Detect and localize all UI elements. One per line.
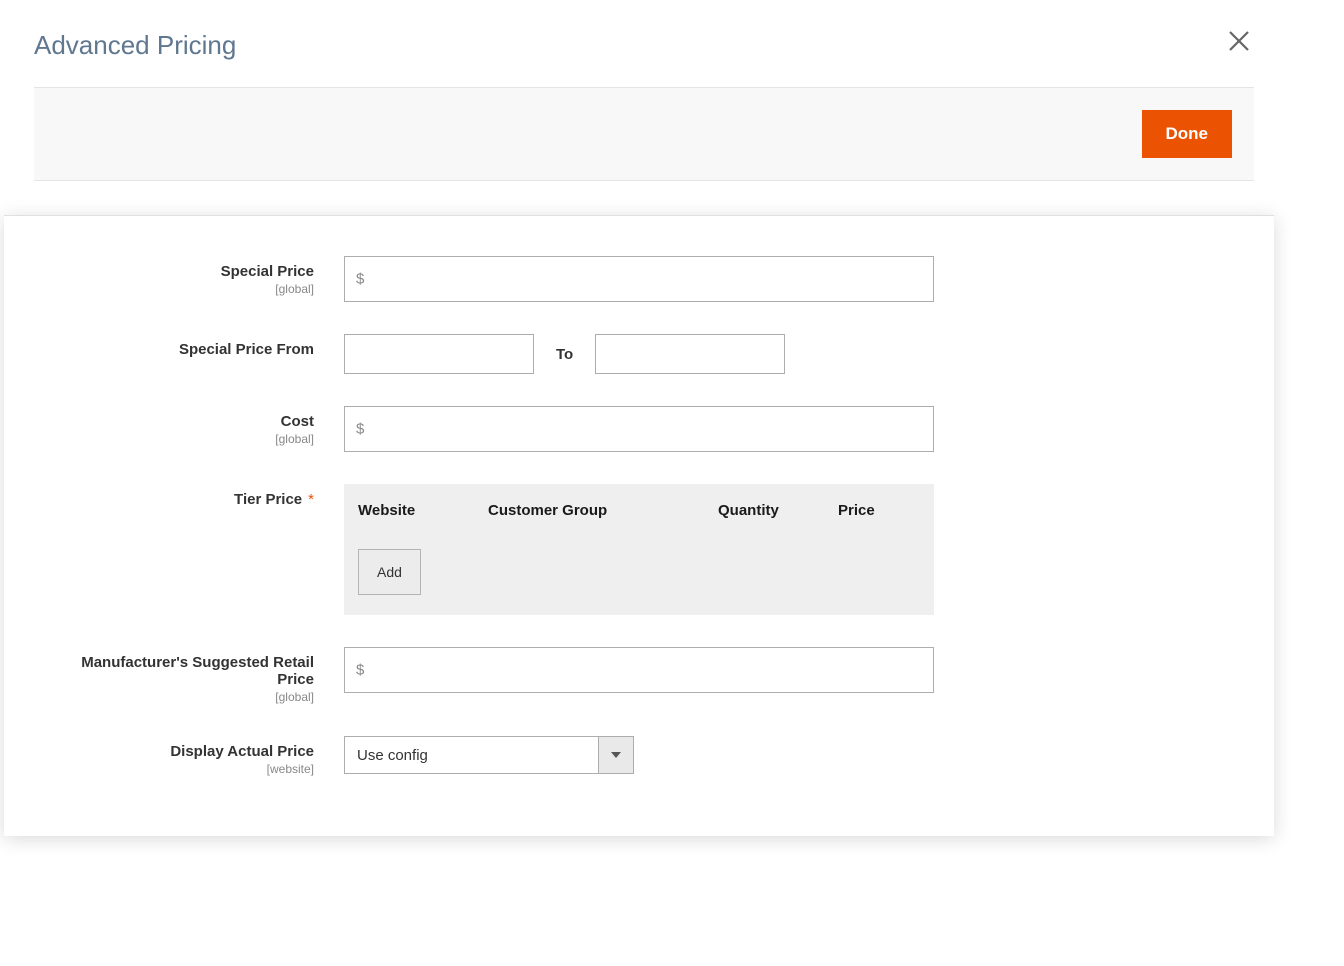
close-icon[interactable] xyxy=(1228,30,1250,52)
msrp-input[interactable] xyxy=(344,647,934,693)
field-input-wrap: Website Customer Group Quantity Price Ad… xyxy=(344,484,934,615)
special-price-to-input[interactable] xyxy=(595,334,785,374)
label-text: Cost xyxy=(281,413,314,430)
field-label: Tier Price * xyxy=(44,484,344,508)
field-cost: Cost [global] $ xyxy=(44,406,1194,452)
field-input-wrap: $ xyxy=(344,406,934,452)
date-range: To xyxy=(344,334,934,374)
tier-price-block: Website Customer Group Quantity Price Ad… xyxy=(344,484,934,615)
field-label: Display Actual Price [website] xyxy=(44,736,344,776)
modal-toolbar: Done xyxy=(34,88,1254,181)
label-text: Special Price xyxy=(221,263,314,280)
field-label: Cost [global] xyxy=(44,406,344,446)
field-special-price-from: Special Price From To xyxy=(44,334,1194,374)
tier-col-website: Website xyxy=(358,502,488,519)
scope-text: [global] xyxy=(44,690,314,704)
field-msrp: Manufacturer's Suggested Retail Price [g… xyxy=(44,647,1194,704)
chevron-down-icon[interactable] xyxy=(598,736,634,774)
label-text: Display Actual Price xyxy=(170,743,314,760)
tier-col-quantity: Quantity xyxy=(718,502,838,519)
tier-price-header: Website Customer Group Quantity Price xyxy=(358,502,920,519)
scope-text: [global] xyxy=(44,432,314,446)
scope-text: [website] xyxy=(44,762,314,776)
field-tier-price: Tier Price * Website Customer Group Quant… xyxy=(44,484,1194,615)
field-input-wrap: $ xyxy=(344,647,934,693)
special-price-from-input[interactable] xyxy=(344,334,534,374)
tier-col-customer-group: Customer Group xyxy=(488,502,718,519)
date-to-label: To xyxy=(556,346,573,363)
modal-title-text: Advanced Pricing xyxy=(34,30,236,60)
field-input-wrap: $ xyxy=(344,256,934,302)
field-label: Special Price From xyxy=(44,334,344,358)
display-actual-price-select[interactable]: Use config xyxy=(344,736,634,774)
special-price-input[interactable] xyxy=(344,256,934,302)
modal-title: Advanced Pricing xyxy=(34,0,1254,88)
scope-text: [global] xyxy=(44,282,314,296)
label-text: Tier Price xyxy=(234,491,302,508)
label-text: Special Price From xyxy=(179,341,314,358)
field-input-wrap: Use config xyxy=(344,736,934,774)
select-display-value: Use config xyxy=(344,736,598,774)
tier-col-price: Price xyxy=(838,502,918,519)
tier-price-add-button[interactable]: Add xyxy=(358,549,421,595)
field-display-actual-price: Display Actual Price [website] Use confi… xyxy=(44,736,1194,776)
advanced-pricing-modal: Advanced Pricing Done Special Price [glo… xyxy=(34,0,1254,836)
required-mark: * xyxy=(308,491,314,508)
label-text: Manufacturer's Suggested Retail Price xyxy=(81,654,314,688)
form-panel: Special Price [global] $ Special Price F… xyxy=(4,215,1274,836)
cost-input[interactable] xyxy=(344,406,934,452)
field-label: Special Price [global] xyxy=(44,256,344,296)
done-button[interactable]: Done xyxy=(1142,110,1233,158)
field-label: Manufacturer's Suggested Retail Price [g… xyxy=(44,647,344,704)
field-special-price: Special Price [global] $ xyxy=(44,256,1194,302)
